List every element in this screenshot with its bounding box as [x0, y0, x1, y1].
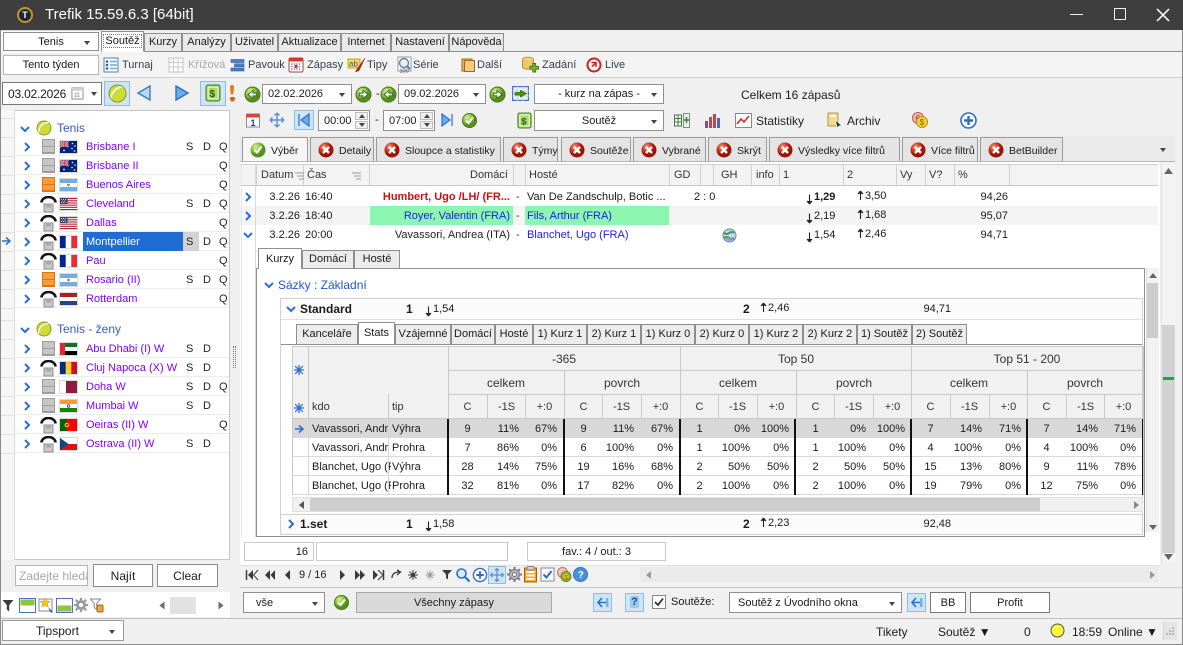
svg-text:1: 1 [251, 118, 256, 128]
svg-text:$: $ [210, 89, 216, 100]
svg-text:$: $ [521, 116, 527, 127]
svg-text:$: $ [564, 574, 568, 581]
svg-text:100: 100 [400, 69, 409, 75]
svg-text:?: ? [578, 570, 584, 581]
svg-text:$: $ [920, 118, 925, 127]
svg-text:ab: ab [349, 60, 358, 69]
